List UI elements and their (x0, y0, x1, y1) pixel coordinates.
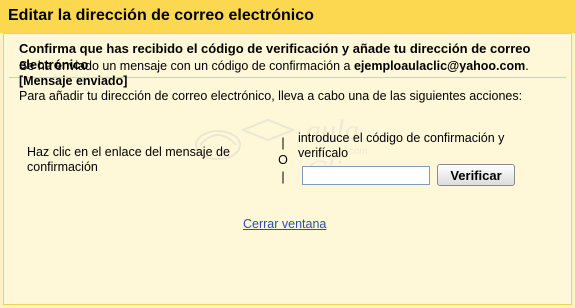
info-line1-prefix: Se ha enviado un mensaje con un código d… (19, 59, 354, 73)
option-enter-code-text: introduce el código de confirmación y ve… (298, 131, 505, 160)
info-block: Se ha enviado un mensaje con un código d… (19, 59, 564, 104)
verification-code-input[interactable] (302, 166, 430, 185)
or-separator-o: O (278, 153, 288, 167)
or-separator-top: | (281, 136, 285, 150)
verify-button[interactable]: Verificar (437, 164, 515, 186)
close-window-link[interactable]: Cerrar ventana (243, 217, 326, 231)
option-click-link-text: Haz clic en el enlace del mensaje de con… (27, 145, 230, 174)
email-address: ejemploaulaclic@yahoo.com (353, 59, 526, 73)
or-separator: | O | (276, 135, 290, 186)
sent-status: [Mensaje enviado] (19, 74, 128, 88)
instructions: Para añadir tu dirección de correo elect… (19, 89, 523, 103)
info-line1-suffix: . (525, 59, 529, 73)
dialog-title: Editar la dirección de correo electrónic… (0, 0, 575, 33)
or-separator-bottom: | (281, 170, 285, 184)
